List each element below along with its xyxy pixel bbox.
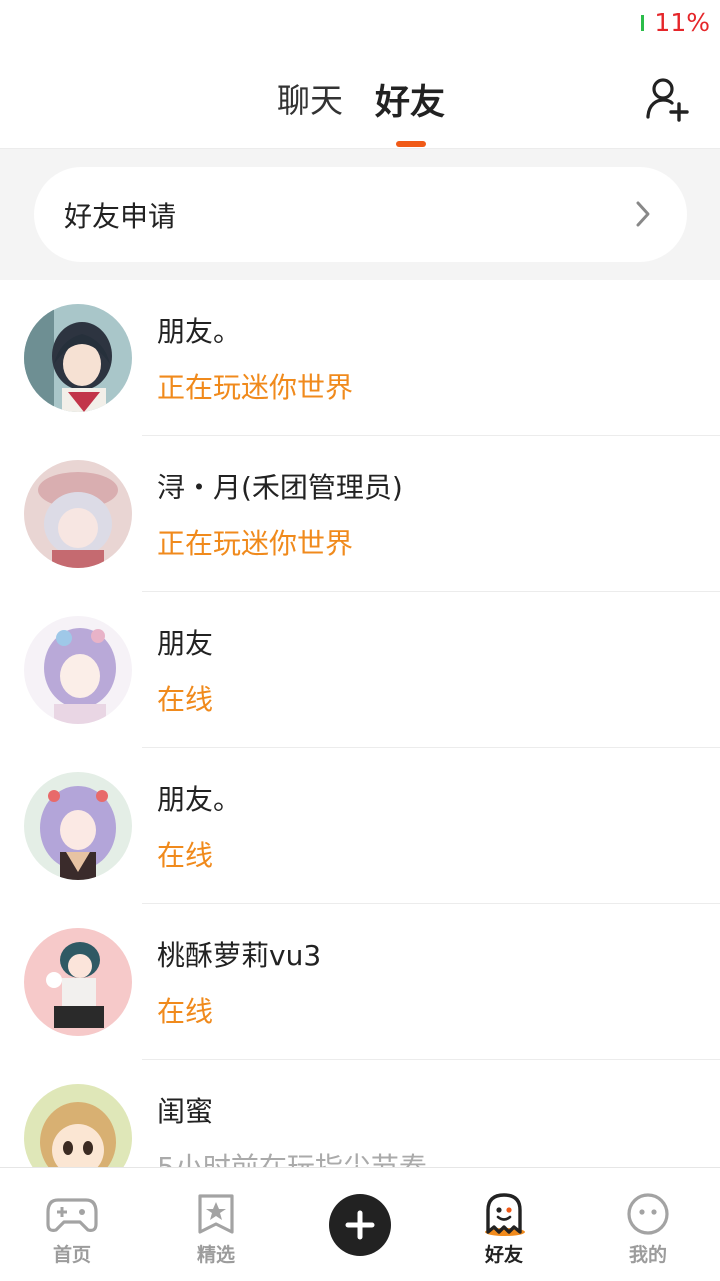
nav-friends[interactable]: 好友: [464, 1192, 544, 1267]
friend-request-section: 好友申请: [0, 149, 720, 280]
nav-label: 首页: [52, 1244, 91, 1266]
avatar[interactable]: [24, 460, 132, 568]
friend-name: 桃酥萝莉vu3: [157, 939, 322, 972]
header: 聊天 好友: [0, 50, 720, 149]
plus-icon: [345, 1210, 375, 1240]
friend-request-label: 好友申请: [64, 200, 177, 233]
friend-status: 正在玩迷你世界: [157, 527, 354, 560]
avatar[interactable]: [24, 772, 132, 880]
active-tab-indicator: [396, 141, 426, 147]
signal-bar: [641, 14, 645, 31]
nav-label: 好友: [484, 1244, 523, 1266]
nav-me[interactable]: 我的: [608, 1192, 688, 1267]
tab-friends[interactable]: 好友: [375, 74, 445, 125]
friend-list: 朋友。 正在玩迷你世界 浔・月(禾团管理员) 正在玩迷你世界 朋友 在线 朋友。…: [0, 280, 720, 1216]
nav-label: 精选: [196, 1244, 235, 1266]
status-bar: 11%: [0, 0, 720, 50]
bottom-navigation: 首页 精选 好友 我的: [0, 1167, 720, 1281]
friend-row[interactable]: 朋友。 正在玩迷你世界: [0, 280, 720, 436]
friend-row[interactable]: 浔・月(禾团管理员) 正在玩迷你世界: [0, 436, 720, 592]
friend-row[interactable]: 桃酥萝莉vu3 在线: [0, 904, 720, 1060]
friend-status: 在线: [157, 683, 214, 716]
battery-indicator: 11%: [641, 8, 710, 37]
friend-status: 在线: [157, 839, 214, 872]
nav-label: 我的: [628, 1244, 667, 1266]
tab-chat[interactable]: 聊天: [277, 74, 343, 122]
friend-name: 浔・月(禾团管理员): [157, 471, 403, 504]
friend-status: 在线: [157, 995, 214, 1028]
face-icon: [627, 1193, 669, 1235]
friend-name: 闺蜜: [157, 1095, 214, 1128]
nav-home[interactable]: 首页: [32, 1192, 112, 1267]
chevron-right-icon: [636, 201, 650, 227]
ghost-icon: [485, 1193, 525, 1236]
friend-request-button[interactable]: 好友申请: [34, 167, 687, 262]
nav-featured[interactable]: 精选: [176, 1192, 256, 1267]
friend-status: 正在玩迷你世界: [157, 371, 354, 404]
gamepad-icon: [46, 1198, 98, 1232]
add-user-icon[interactable]: [646, 76, 690, 122]
friend-row[interactable]: 朋友。 在线: [0, 748, 720, 904]
avatar[interactable]: [24, 928, 132, 1036]
battery-percent: 11%: [654, 8, 710, 37]
avatar[interactable]: [24, 304, 132, 412]
create-button[interactable]: [329, 1194, 391, 1256]
friend-name: 朋友。: [157, 783, 242, 816]
star-bookmark-icon: [198, 1194, 234, 1234]
friend-row[interactable]: 朋友 在线: [0, 592, 720, 748]
avatar[interactable]: [24, 616, 132, 724]
friend-name: 朋友。: [157, 315, 242, 348]
friend-name: 朋友: [157, 627, 214, 660]
